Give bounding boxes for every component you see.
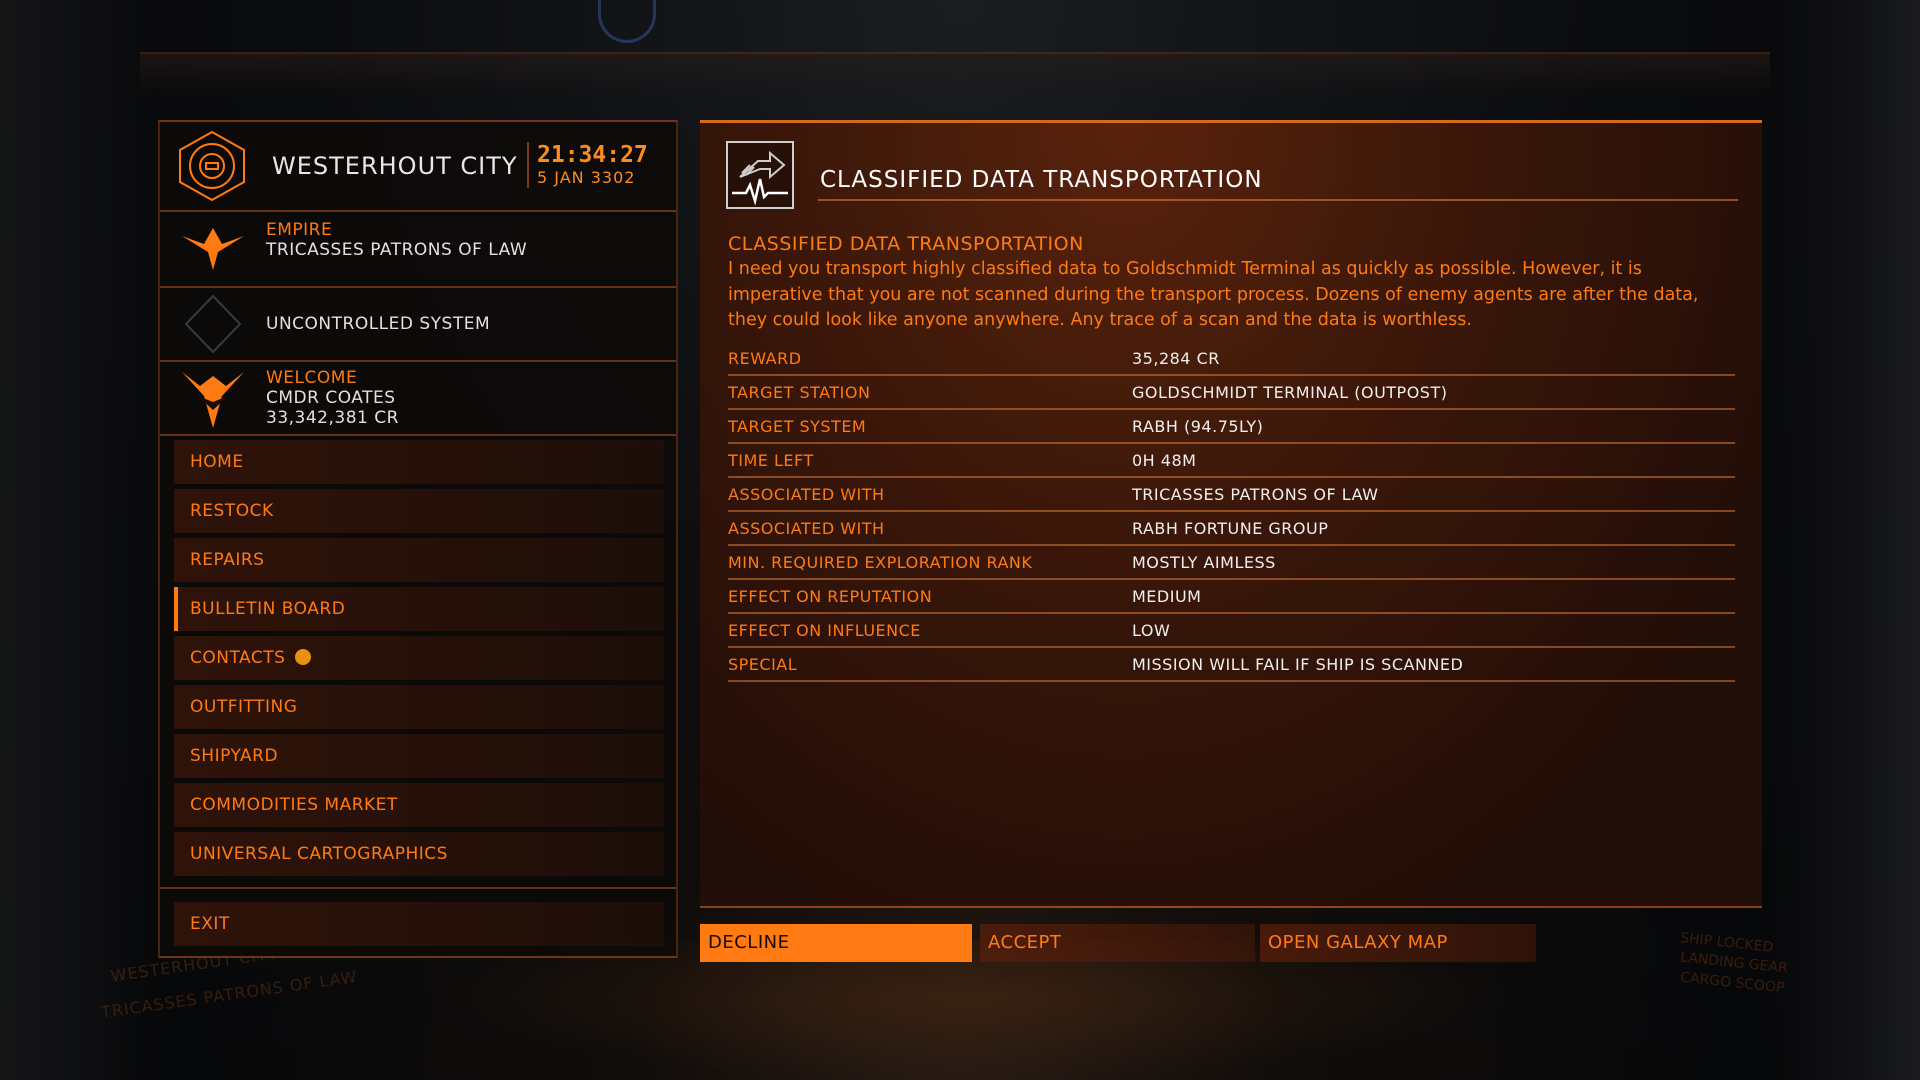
detail-value: LOW: [1132, 621, 1171, 640]
detail-label: TARGET STATION: [728, 383, 871, 402]
detail-value: 0H 48M: [1132, 451, 1197, 470]
nav-repairs[interactable]: REPAIRS: [174, 538, 664, 582]
detail-row-required-rank: MIN. REQUIRED EXPLORATION RANK MOSTLY AI…: [728, 547, 1735, 580]
detail-label: EFFECT ON INFLUENCE: [728, 621, 921, 640]
cockpit-top-rail: [140, 52, 1770, 94]
nav-commodities-market-label: COMMODITIES MARKET: [190, 795, 398, 815]
commander-section: WELCOME CMDR COATES 33,342,381 CR: [160, 362, 676, 436]
nav-repairs-label: REPAIRS: [190, 550, 265, 570]
nav-exit[interactable]: EXIT: [174, 902, 664, 946]
cockpit-left-strut: [0, 0, 150, 1080]
welcome-label: WELCOME: [266, 368, 358, 388]
nav-shipyard-label: SHIPYARD: [190, 746, 279, 766]
detail-value: MISSION WILL FAIL IF SHIP IS SCANNED: [1132, 655, 1464, 674]
nav-restock-label: RESTOCK: [190, 501, 274, 521]
detail-row-reputation: EFFECT ON REPUTATION MEDIUM: [728, 581, 1735, 614]
detail-row-associated-with-2: ASSOCIATED WITH RABH FORTUNE GROUP: [728, 513, 1735, 546]
detail-row-target-station: TARGET STATION GOLDSCHMIDT TERMINAL (OUT…: [728, 377, 1735, 410]
commander-credits: 33,342,381 CR: [266, 408, 399, 428]
mission-heading: CLASSIFIED DATA TRANSPORTATION: [728, 233, 1084, 255]
nav-bulletin-board[interactable]: BULLETIN BOARD: [174, 587, 664, 631]
detail-label: REWARD: [728, 349, 802, 368]
detail-label: ASSOCIATED WITH: [728, 485, 885, 504]
faction-superpower: EMPIRE: [266, 220, 333, 240]
diamond-outline-icon: [178, 294, 248, 354]
commander-name: CMDR COATES: [266, 388, 396, 408]
nav-universal-cartographics[interactable]: UNIVERSAL CARTOGRAPHICS: [174, 832, 664, 876]
cockpit-scene: WESTERHOUT CITY TRICASSES PATRONS OF LAW…: [0, 0, 1920, 1080]
detail-value: GOLDSCHMIDT TERMINAL (OUTPOST): [1132, 383, 1448, 402]
nav-restock[interactable]: RESTOCK: [174, 489, 664, 533]
nav-commodities-market[interactable]: COMMODITIES MARKET: [174, 783, 664, 827]
cockpit-right-strut: [1770, 0, 1920, 1080]
clock-date: 5 JAN 3302: [537, 168, 636, 187]
clock: 21:34:27 5 JAN 3302: [527, 142, 648, 188]
detail-label: TARGET SYSTEM: [728, 417, 867, 436]
station-header: WESTERHOUT CITY 21:34:27 5 JAN 3302: [160, 122, 676, 212]
nav-exit-container: EXIT: [174, 902, 664, 951]
nav-home[interactable]: HOME: [174, 440, 664, 484]
nav-universal-cartographics-label: UNIVERSAL CARTOGRAPHICS: [190, 844, 448, 864]
panel-title: CLASSIFIED DATA TRANSPORTATION: [820, 167, 1263, 193]
detail-value: RABH (94.75LY): [1132, 417, 1264, 436]
detail-value: TRICASSES PATRONS OF LAW: [1132, 485, 1379, 504]
decline-button[interactable]: DECLINE: [700, 924, 972, 962]
nav-outfitting-label: OUTFITTING: [190, 697, 298, 717]
nav-outfitting[interactable]: OUTFITTING: [174, 685, 664, 729]
station-services-panel: WESTERHOUT CITY 21:34:27 5 JAN 3302 EMPI…: [158, 120, 678, 958]
open-galaxy-map-button[interactable]: OPEN GALAXY MAP: [1260, 924, 1536, 962]
station-nav-menu: HOME RESTOCK REPAIRS BULLETIN BOARD CONT…: [174, 440, 664, 881]
notification-dot-icon: [295, 648, 312, 665]
detail-value: MEDIUM: [1132, 587, 1202, 606]
nav-bulletin-board-label: BULLETIN BOARD: [190, 599, 346, 619]
detail-label: SPECIAL: [728, 655, 798, 674]
mission-details-table: REWARD 35,284 CR TARGET STATION GOLDSCHM…: [728, 343, 1735, 683]
nav-contacts-label: CONTACTS: [190, 648, 286, 668]
accept-button[interactable]: ACCEPT: [980, 924, 1255, 962]
detail-label: MIN. REQUIRED EXPLORATION RANK: [728, 553, 1033, 572]
mission-action-bar: DECLINE ACCEPT OPEN GALAXY MAP: [700, 924, 1760, 962]
detail-label: ASSOCIATED WITH: [728, 519, 885, 538]
system-status: UNCONTROLLED SYSTEM: [266, 314, 491, 334]
system-status-section: UNCONTROLLED SYSTEM: [160, 288, 676, 362]
nav-home-label: HOME: [190, 452, 244, 472]
mission-description: I need you transport highly classified d…: [728, 259, 1699, 330]
detail-value: 35,284 CR: [1132, 349, 1220, 368]
empire-emblem-icon: [178, 220, 248, 276]
nav-contacts[interactable]: CONTACTS: [174, 636, 664, 680]
detail-row-special: SPECIAL MISSION WILL FAIL IF SHIP IS SCA…: [728, 649, 1735, 682]
title-divider: [818, 199, 1738, 201]
detail-row-time-left: TIME LEFT 0H 48M: [728, 445, 1735, 478]
detail-row-influence: EFFECT ON INFLUENCE LOW: [728, 615, 1735, 648]
detail-row-associated-with: ASSOCIATED WITH TRICASSES PATRONS OF LAW: [728, 479, 1735, 512]
faction-name: TRICASSES PATRONS OF LAW: [266, 240, 528, 260]
nav-shipyard[interactable]: SHIPYARD: [174, 734, 664, 778]
elite-rank-emblem-icon: [178, 366, 248, 428]
data-transport-icon: [726, 141, 794, 209]
faction-section: EMPIRE TRICASSES PATRONS OF LAW: [160, 212, 676, 288]
cockpit-ring: [598, 0, 656, 43]
detail-row-target-system: TARGET SYSTEM RABH (94.75LY): [728, 411, 1735, 444]
nav-divider: [160, 887, 676, 889]
station-coriolis-icon: [176, 130, 248, 202]
clock-time: 21:34:27: [537, 142, 648, 168]
detail-value: MOSTLY AIMLESS: [1132, 553, 1276, 572]
detail-label: EFFECT ON REPUTATION: [728, 587, 933, 606]
detail-row-reward: REWARD 35,284 CR: [728, 343, 1735, 376]
detail-value: RABH FORTUNE GROUP: [1132, 519, 1329, 538]
station-name: WESTERHOUT CITY: [272, 152, 518, 180]
detail-label: TIME LEFT: [728, 451, 814, 470]
nav-exit-label: EXIT: [190, 914, 230, 934]
mission-details-panel: CLASSIFIED DATA TRANSPORTATION CLASSIFIE…: [700, 120, 1762, 908]
